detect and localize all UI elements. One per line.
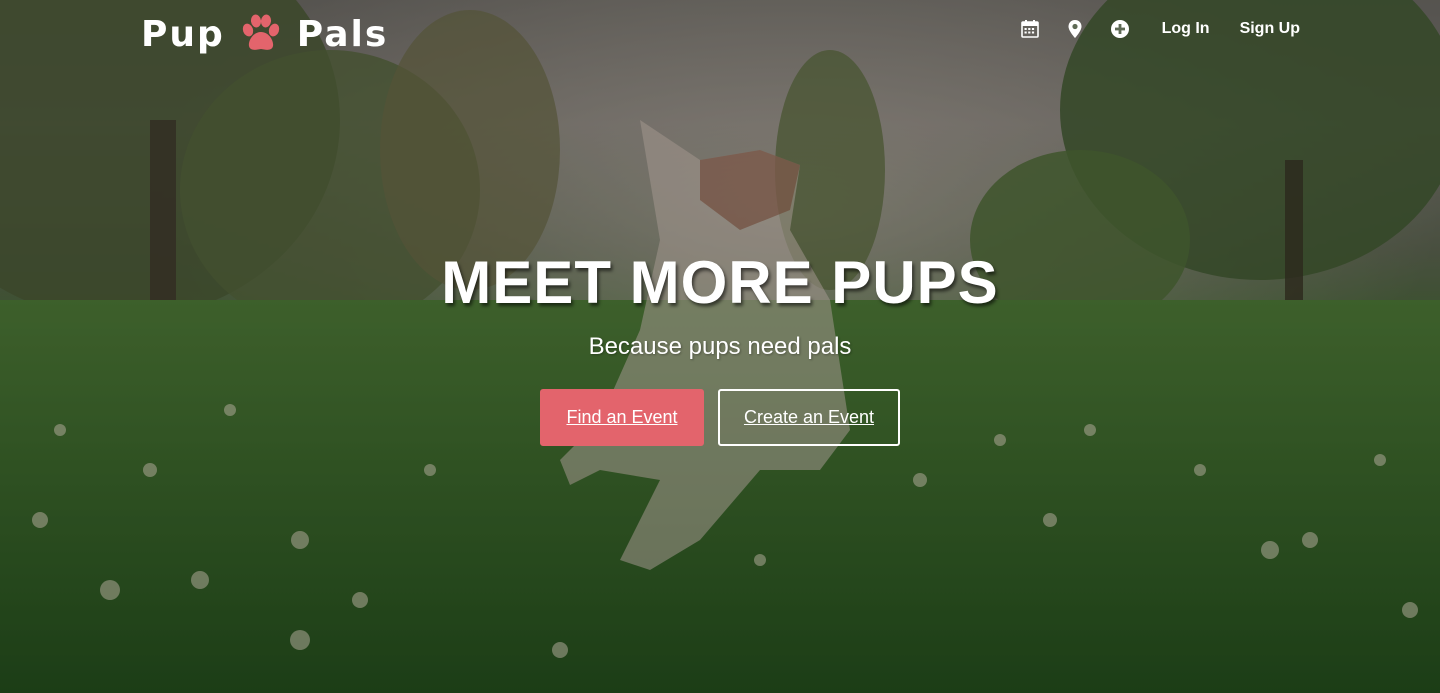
calendar-icon[interactable] bbox=[1019, 18, 1041, 40]
find-event-button[interactable]: Find an Event bbox=[540, 389, 704, 446]
hero-section: Pup Pals Log In Sign Up MEET MORE PUPS B… bbox=[0, 0, 1440, 693]
brand-logo[interactable]: Pup Pals bbox=[141, 12, 388, 56]
login-link[interactable]: Log In bbox=[1162, 20, 1210, 38]
plus-circle-icon[interactable] bbox=[1109, 18, 1131, 40]
paw-icon bbox=[239, 14, 283, 54]
signup-link[interactable]: Sign Up bbox=[1240, 20, 1300, 38]
hero-content: MEET MORE PUPS Because pups need pals Fi… bbox=[0, 248, 1440, 446]
hero-subtitle: Because pups need pals bbox=[588, 333, 852, 360]
create-event-button[interactable]: Create an Event bbox=[718, 389, 900, 446]
hero-headline: MEET MORE PUPS bbox=[441, 249, 999, 316]
map-pin-icon[interactable] bbox=[1064, 18, 1086, 40]
hero-buttons: Find an Event Create an Event bbox=[0, 389, 1440, 446]
top-nav: Log In Sign Up bbox=[1019, 16, 1300, 42]
brand-name-left: Pup bbox=[141, 13, 225, 55]
brand-name-right: Pals bbox=[296, 13, 389, 55]
